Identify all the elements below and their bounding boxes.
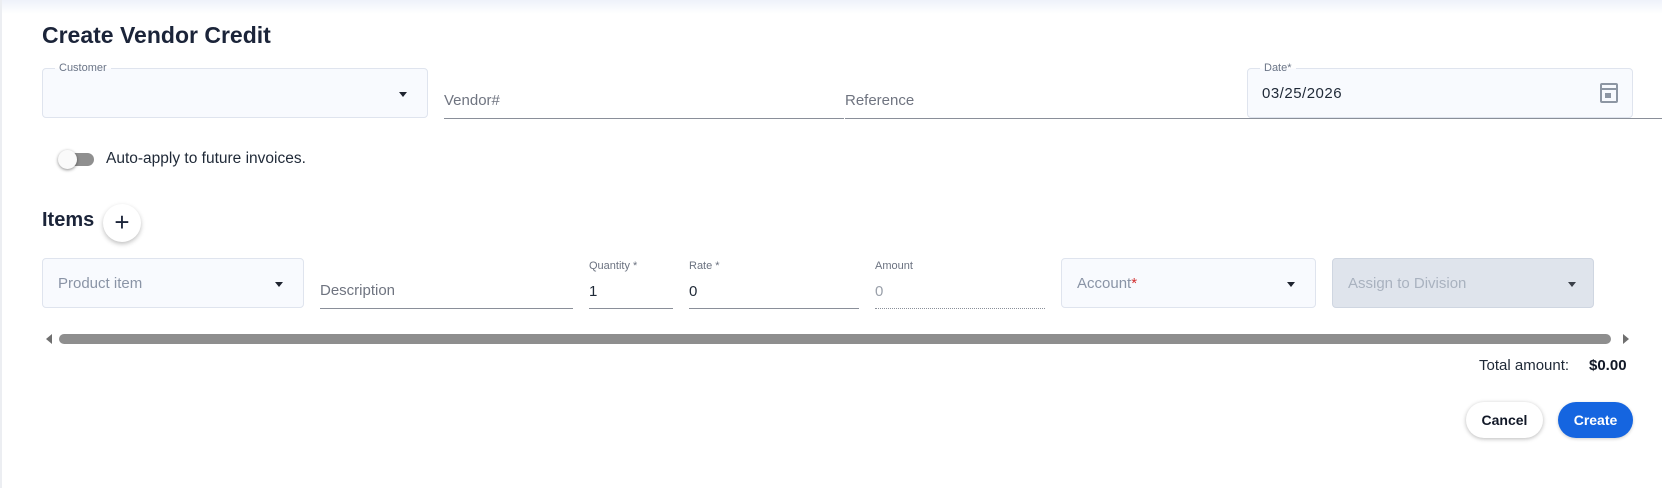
product-item-placeholder: Product item	[58, 275, 143, 292]
cancel-button[interactable]: Cancel	[1466, 402, 1543, 438]
date-label: Date*	[1260, 62, 1296, 74]
chevron-down-icon	[1287, 282, 1295, 287]
page-title: Create Vendor Credit	[42, 22, 271, 48]
left-border	[0, 0, 2, 488]
chevron-down-icon	[399, 92, 407, 97]
description-field[interactable]: Description	[320, 270, 573, 309]
vendor-number-field[interactable]: Vendor#	[444, 80, 844, 119]
plus-icon: +	[114, 207, 130, 237]
reference-placeholder: Reference	[845, 92, 915, 109]
quantity-field[interactable]: 1	[589, 270, 673, 309]
auto-apply-label: Auto-apply to future invoices.	[106, 150, 306, 167]
quantity-value: 1	[589, 283, 598, 300]
division-placeholder: Assign to Division	[1348, 275, 1467, 292]
scroll-right-arrow[interactable]	[1623, 334, 1629, 344]
date-field[interactable]: Date* 03/25/2026	[1247, 62, 1633, 118]
division-select: Assign to Division	[1332, 258, 1594, 308]
auto-apply-toggle[interactable]	[58, 150, 94, 169]
create-button[interactable]: Create	[1558, 402, 1633, 438]
chevron-down-icon	[275, 282, 283, 287]
rate-field[interactable]: 0	[689, 270, 859, 309]
required-mark: *	[1131, 275, 1138, 292]
account-select[interactable]: Account*	[1061, 258, 1316, 308]
horizontal-scrollbar-thumb[interactable]	[59, 334, 1611, 344]
items-heading: Items	[42, 209, 95, 231]
amount-value: 0	[875, 283, 884, 300]
calendar-icon[interactable]	[1600, 83, 1618, 103]
customer-select[interactable]: Customer	[42, 62, 428, 118]
top-shadow	[0, 0, 1662, 14]
customer-label: Customer	[55, 62, 111, 74]
scroll-left-arrow[interactable]	[46, 334, 52, 344]
amount-field: 0	[875, 270, 1045, 309]
account-placeholder: Account	[1077, 275, 1132, 292]
account-placeholder-wrap: Account*	[1077, 275, 1137, 292]
add-item-button[interactable]: +	[103, 204, 141, 242]
total-amount-value: $0.00	[1589, 357, 1627, 374]
vendor-number-placeholder: Vendor#	[444, 92, 500, 109]
product-item-select[interactable]: Product item	[42, 258, 304, 308]
description-placeholder: Description	[320, 282, 396, 299]
toggle-knob	[58, 150, 77, 169]
total-amount-label: Total amount:	[1479, 357, 1570, 374]
chevron-down-icon	[1568, 282, 1576, 287]
date-value: 03/25/2026	[1262, 85, 1343, 102]
rate-value: 0	[689, 283, 698, 300]
